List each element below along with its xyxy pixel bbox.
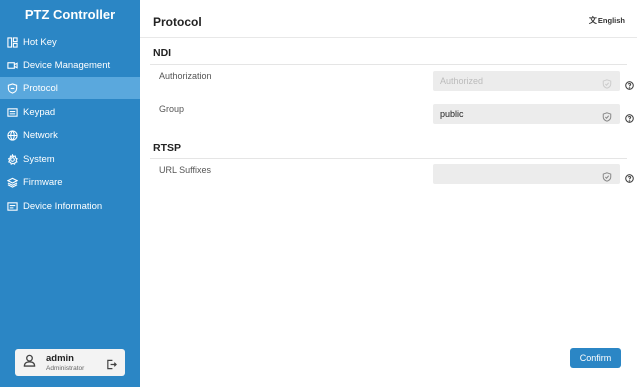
sidebar-item-label: Network: [23, 129, 58, 141]
sidebar: PTZ Controller Hot Key Device Management…: [0, 0, 140, 387]
shield-icon: [7, 82, 18, 94]
group-label: Group: [159, 104, 185, 114]
main-content: Protocol 文 English NDI Authorization Aut…: [140, 0, 637, 387]
sidebar-item-label: System: [23, 153, 55, 165]
section-divider: [150, 158, 627, 159]
user-card: admin Administrator: [15, 349, 125, 376]
shield-icon: [602, 169, 612, 182]
confirm-button[interactable]: Confirm: [570, 348, 621, 368]
hotkey-icon: [7, 36, 18, 48]
sidebar-item-label: Protocol: [23, 82, 58, 94]
language-label: English: [597, 16, 625, 25]
section-title-rtsp: RTSP: [153, 142, 182, 154]
user-icon: [23, 354, 36, 372]
section-divider: [150, 64, 627, 65]
sidebar-item-system[interactable]: System: [0, 148, 140, 170]
sidebar-item-label: Device Information: [23, 200, 103, 212]
shield-icon: [602, 109, 612, 122]
globe-icon: [7, 129, 18, 141]
sidebar-item-hot-key[interactable]: Hot Key: [0, 31, 140, 53]
camera-icon: [7, 60, 18, 71]
help-icon[interactable]: [625, 110, 634, 123]
authorization-label: Authorization: [159, 71, 212, 81]
page-title: Protocol: [153, 15, 202, 29]
help-icon[interactable]: [625, 170, 634, 183]
help-icon[interactable]: [625, 77, 634, 90]
sidebar-item-device-information[interactable]: Device Information: [0, 195, 140, 217]
url-suffixes-label: URL Suffixes: [159, 165, 212, 175]
keyboard-icon: [7, 107, 18, 118]
group-field[interactable]: public: [433, 104, 620, 124]
sidebar-item-device-management[interactable]: Device Management: [0, 54, 140, 76]
layers-icon: [7, 177, 18, 188]
sidebar-item-network[interactable]: Network: [0, 124, 140, 146]
url-suffixes-field[interactable]: [433, 164, 620, 184]
shield-icon: [602, 76, 612, 89]
translate-icon: 文: [588, 16, 597, 25]
gear-icon: [7, 153, 18, 165]
logout-icon[interactable]: [106, 357, 117, 370]
user-role: Administrator: [46, 365, 85, 372]
app-title: PTZ Controller: [24, 7, 116, 22]
info-card-icon: [7, 201, 18, 212]
group-value: public: [440, 109, 464, 119]
sidebar-item-keypad[interactable]: Keypad: [0, 101, 140, 123]
sidebar-item-label: Device Management: [23, 59, 111, 71]
sidebar-item-firmware[interactable]: Firmware: [0, 171, 140, 193]
sidebar-item-label: Firmware: [23, 176, 63, 188]
header: Protocol 文 English: [140, 0, 637, 38]
sidebar-item-protocol[interactable]: Protocol: [0, 77, 140, 99]
authorization-field: Authorized: [433, 71, 620, 91]
section-title-ndi: NDI: [153, 47, 172, 59]
authorization-value: Authorized: [440, 76, 484, 86]
sidebar-item-label: Hot Key: [23, 36, 57, 48]
sidebar-item-label: Keypad: [23, 106, 56, 118]
language-switcher[interactable]: 文 English: [589, 15, 625, 26]
user-name: admin: [46, 353, 74, 364]
